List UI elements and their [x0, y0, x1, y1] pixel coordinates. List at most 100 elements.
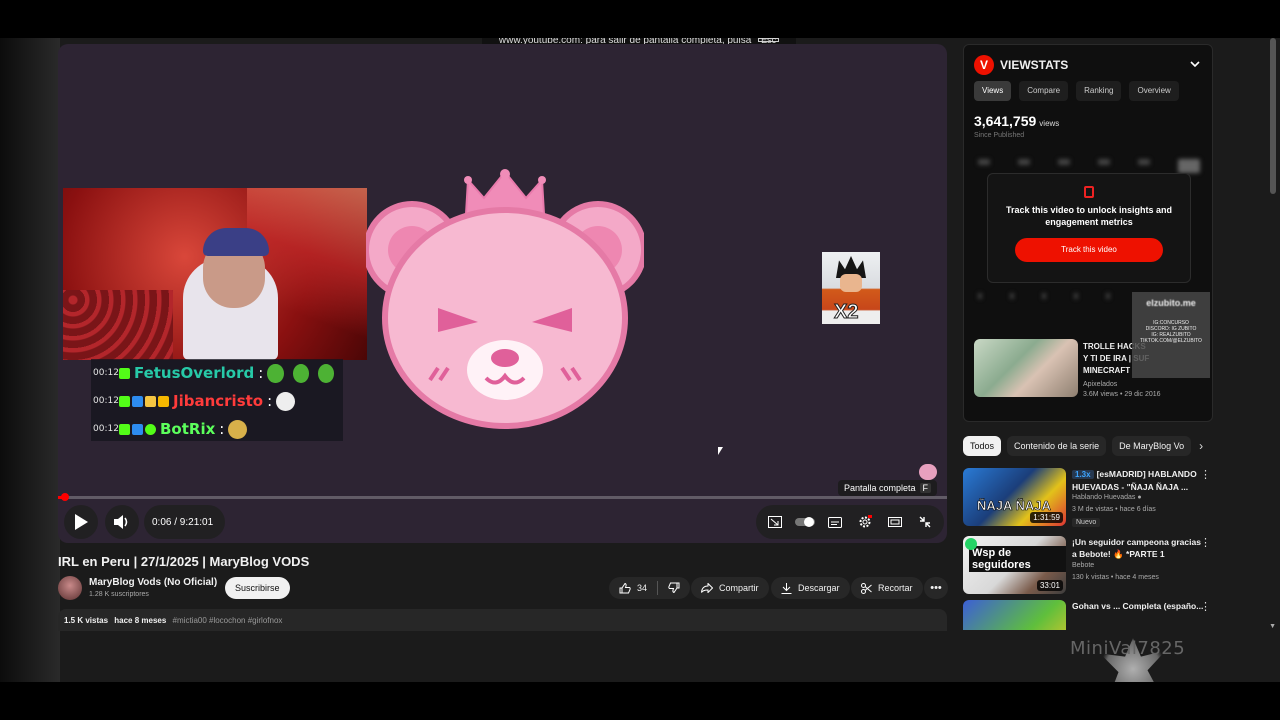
- tab-compare[interactable]: Compare: [1019, 81, 1069, 101]
- arrow-badge-icon: [132, 423, 143, 435]
- page-scrollbar[interactable]: [1270, 38, 1276, 194]
- stream-chat: 00:12 FetusOverlord : 00:12 Jibancristo …: [91, 359, 343, 441]
- chat-message: 00:12 Jibancristo :: [91, 387, 343, 415]
- settings-button[interactable]: [850, 507, 880, 537]
- new-badge: Nuevo: [1072, 518, 1101, 527]
- scissors-icon: [861, 582, 872, 594]
- money-emote-icon: [228, 419, 248, 439]
- tab-ranking[interactable]: Ranking: [1076, 81, 1122, 101]
- download-button[interactable]: Descargar: [771, 577, 850, 599]
- goku-sticker: X2: [822, 252, 880, 324]
- time-display: 0:06 / 9:21:01: [144, 505, 226, 539]
- blurred-chart-axis: [978, 293, 1110, 299]
- like-button[interactable]: 34: [619, 582, 648, 594]
- upload-age: hace 8 meses: [114, 616, 167, 625]
- whatsapp-icon: [965, 538, 977, 550]
- video-meta: 3 M de vistas • hace 6 días: [1072, 506, 1156, 513]
- video-player[interactable]: 00:12 FetusOverlord : 00:12 Jibancristo …: [58, 44, 947, 543]
- video-duration: 1:31:59: [1030, 512, 1063, 523]
- blurred-chart-range: [978, 159, 1200, 173]
- description-box[interactable]: 1.5 K vistas hace 8 meses #mictia00 #loc…: [58, 609, 947, 631]
- dislike-button[interactable]: [668, 582, 680, 595]
- chip-todos[interactable]: Todos: [963, 436, 1002, 456]
- browser-viewport: www.youtube.com: para salir de pantalla …: [0, 38, 1280, 682]
- lock-icon: [1084, 186, 1094, 198]
- tab-overview[interactable]: Overview: [1129, 81, 1179, 101]
- kick-badge-icon: [119, 423, 130, 435]
- track-video-button[interactable]: Track this video: [1015, 238, 1163, 262]
- more-vertical-icon[interactable]: ⋮: [1200, 468, 1211, 481]
- verified-badge-icon: [145, 423, 156, 435]
- esc-key: Esc: [758, 38, 780, 45]
- play-button[interactable]: [64, 505, 98, 539]
- recommended-video[interactable]: ÑAJA ÑAJA 1:31:59 1.3x [esMADRID] HABLAND…: [963, 468, 1215, 528]
- bear-watermark-icon: [919, 464, 937, 480]
- more-actions-button[interactable]: •••: [924, 577, 948, 599]
- viewstats-brand: VIEWSTATS: [1000, 58, 1069, 72]
- video-channel[interactable]: Hablando Huevadas ●: [1072, 494, 1142, 501]
- gear-icon: [859, 515, 872, 528]
- exit-fullscreen-button[interactable]: [910, 507, 940, 537]
- chip-series[interactable]: Contenido de la serie: [1007, 436, 1107, 456]
- kick-badge-icon: [118, 367, 130, 379]
- channel-avatar[interactable]: [58, 576, 82, 600]
- arrow-badge-icon: [132, 395, 143, 407]
- subscribe-button[interactable]: Suscribirse: [225, 577, 290, 599]
- thumbs-down-icon: [668, 582, 680, 593]
- verified-icon: ●: [1137, 494, 1142, 501]
- video-thumbnail[interactable]: ÑAJA ÑAJA 1:31:59: [963, 468, 1066, 526]
- share-button[interactable]: Compartir: [691, 577, 769, 599]
- more-vertical-icon[interactable]: ⋮: [1200, 600, 1211, 613]
- locked-insights-card: Track this video to unlock insights and …: [987, 173, 1191, 283]
- video-duration: 33:01: [1036, 580, 1063, 591]
- video-thumbnail[interactable]: Wsp de seguidores 33:01: [963, 536, 1066, 594]
- filter-chips: Todos Contenido de la serie De MaryBlog …: [963, 436, 1203, 456]
- subtitles-button[interactable]: [820, 507, 850, 537]
- recorder-watermark: MiniVal7825: [1070, 638, 1186, 659]
- chat-username: BotRix: [160, 420, 216, 438]
- stream-promo-overlay: elzubito.me IG:CONCURSO DISCORD: IG ZUBI…: [1132, 292, 1210, 378]
- chevron-down-icon[interactable]: [1190, 59, 1200, 70]
- miniplayer-button[interactable]: [760, 507, 790, 537]
- viewstats-panel: V VIEWSTATS Views Compare Ranking Overvi…: [963, 44, 1213, 422]
- thumbs-up-icon: [619, 582, 631, 593]
- theater-mode-button[interactable]: [880, 507, 910, 537]
- promo-video-thumbnail[interactable]: [974, 339, 1078, 397]
- video-title[interactable]: ¡Un seguidor campeona gracias a Bebote! …: [1072, 536, 1204, 560]
- video-title[interactable]: 1.3x [esMADRID] HABLANDO HUEVADAS - "ÑAJA…: [1072, 468, 1204, 493]
- pepe-emote-icon: [292, 363, 309, 383]
- recommended-video[interactable]: Wsp de seguidores 33:01 ¡Un seguidor cam…: [963, 536, 1215, 596]
- progress-bar[interactable]: [58, 493, 947, 501]
- autoplay-toggle[interactable]: [790, 507, 820, 537]
- kick-badge-icon: [119, 395, 130, 407]
- exit-fullscreen-icon: [919, 516, 931, 528]
- video-channel[interactable]: Bebote: [1072, 562, 1094, 569]
- play-icon: [75, 514, 88, 530]
- scrubber-handle[interactable]: [61, 493, 69, 501]
- like-dislike-group: 34: [609, 577, 691, 599]
- miniplayer-icon: [768, 516, 782, 528]
- like-count: 34: [637, 583, 648, 593]
- chat-message: 00:12 BotRix :: [91, 415, 343, 443]
- video-title[interactable]: Gohan vs ... Completa (españo...: [1072, 600, 1204, 612]
- lock-message: Track this video to unlock insights and …: [1005, 205, 1173, 227]
- recommended-video[interactable]: Gohan vs ... Completa (españo... ⋮: [963, 600, 1215, 630]
- scroll-down-icon[interactable]: ▼: [1269, 623, 1276, 630]
- tab-views[interactable]: Views: [974, 81, 1012, 101]
- chat-message: 00:12 FetusOverlord :: [91, 359, 343, 387]
- more-vertical-icon[interactable]: ⋮: [1200, 536, 1211, 549]
- chevron-right-icon[interactable]: ›: [1199, 439, 1203, 453]
- hashtags[interactable]: #mictia00 #locochon #girlofnox: [173, 616, 283, 625]
- mouse-cursor: [718, 447, 723, 455]
- video-meta: 130 k vistas • hace 4 meses: [1072, 574, 1159, 581]
- share-icon: [701, 583, 713, 593]
- clip-button[interactable]: Recortar: [851, 577, 923, 599]
- channel-name[interactable]: MaryBlog Vods (No Oficial): [89, 577, 217, 588]
- webcam-overlay: [63, 188, 367, 360]
- pepe-emote-icon: [267, 363, 284, 383]
- volume-button[interactable]: [105, 505, 139, 539]
- video-thumbnail[interactable]: [963, 600, 1066, 630]
- view-count: 1.5 K vistas: [64, 616, 109, 625]
- subscriber-count: 1.28 K suscriptores: [89, 591, 149, 598]
- chip-channel[interactable]: De MaryBlog Vo: [1112, 436, 1192, 456]
